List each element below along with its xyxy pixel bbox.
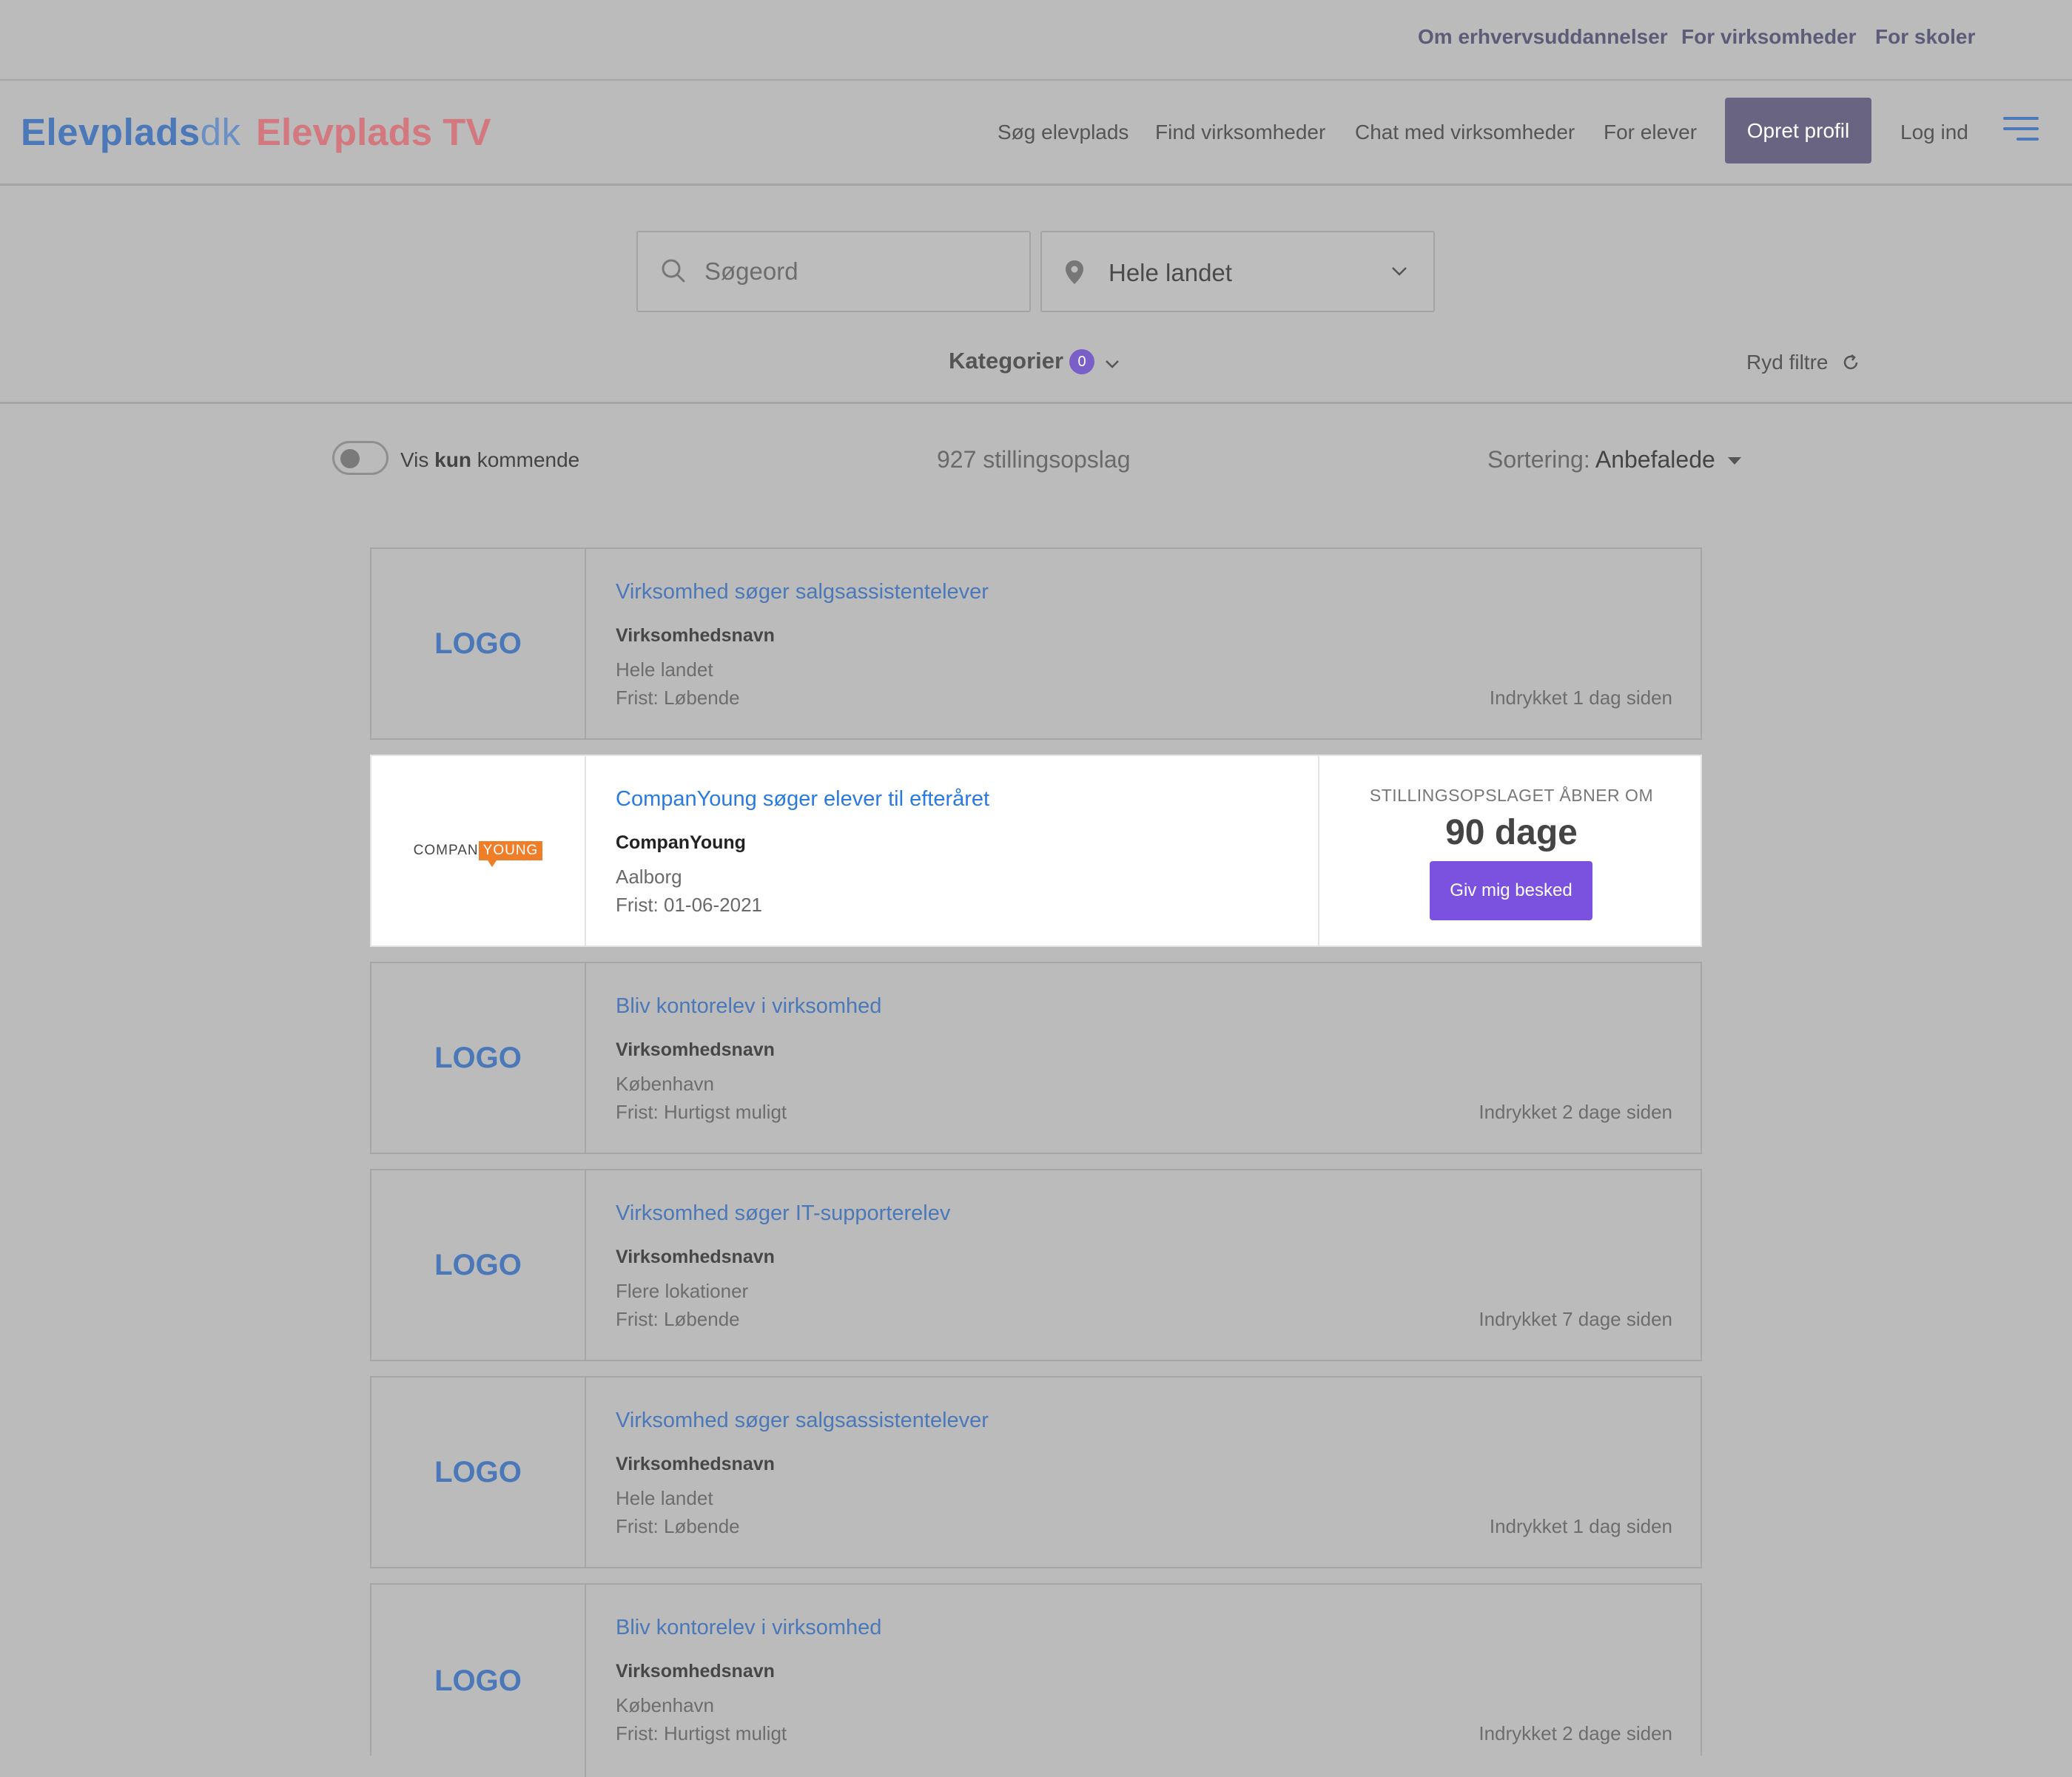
job-deadline: Frist: Løbende	[616, 1515, 740, 1537]
sort-label: Sortering:	[1487, 446, 1590, 473]
company-logo: LOGO	[371, 1378, 586, 1567]
company-name: Virksomhedsnavn	[616, 1661, 775, 1682]
ryd-filtre-label: Ryd filtre	[1746, 351, 1829, 374]
job-location: København	[616, 1073, 714, 1095]
job-deadline: Frist: Hurtigst muligt	[616, 1722, 787, 1744]
days-until-open: 90 dage	[1445, 813, 1578, 852]
search-input[interactable]	[704, 253, 1015, 290]
refresh-icon	[1844, 354, 1858, 370]
company-name: CompanYoung	[616, 832, 746, 853]
nav-link-for-skoler[interactable]: For skoler	[1875, 25, 1975, 49]
kategorier-dropdown[interactable]: Kategorier	[949, 348, 1063, 374]
search-icon	[662, 259, 685, 283]
posted-date: Indrykket 7 dage siden	[1479, 1308, 1672, 1330]
job-deadline: Frist: Løbende	[616, 687, 740, 709]
job-card[interactable]: LOGO Virksomhed søger IT-supporterelev V…	[370, 1169, 1702, 1361]
job-deadline: Frist: Hurtigst muligt	[616, 1101, 787, 1123]
nav-link-for-virksomheder[interactable]: For virksomheder	[1681, 25, 1857, 49]
location-value: Hele landet	[1109, 259, 1232, 286]
company-name: Virksomhedsnavn	[616, 1039, 775, 1060]
opening-countdown-panel: STILLINGSOPSLAGET ÅBNER OM 90 dage Giv m…	[1318, 756, 1703, 945]
company-logo: LOGO	[371, 549, 586, 738]
job-title-link[interactable]: Bliv kontorelev i virksomhed	[616, 994, 881, 1019]
job-card[interactable]: LOGO Virksomhed søger salgsassistentelev…	[370, 1376, 1702, 1568]
posted-date: Indrykket 1 dag siden	[1489, 1515, 1672, 1537]
hamburger-menu-icon[interactable]	[2003, 117, 2039, 142]
job-card[interactable]: LOGO Bliv kontorelev i virksomhed Virkso…	[370, 1583, 1702, 1777]
logo-suffix-text: dk	[200, 111, 241, 153]
job-location: København	[616, 1694, 714, 1716]
job-title-link[interactable]: Bliv kontorelev i virksomhed	[616, 1616, 881, 1640]
company-name: Virksomhedsnavn	[616, 1454, 775, 1474]
job-deadline: Frist: 01-06-2021	[616, 894, 762, 916]
ryd-filtre-button[interactable]: Ryd filtre	[1746, 351, 1860, 374]
job-location: Aalborg	[616, 866, 682, 888]
nav-link-find-virksomheder[interactable]: Find virksomheder	[1155, 121, 1325, 144]
log-ind-link[interactable]: Log ind	[1900, 121, 1968, 144]
elevplads-logo[interactable]: Elevpladsdk	[21, 110, 241, 154]
opret-profil-button[interactable]: Opret profil	[1725, 98, 1871, 163]
companyoung-logo: COMPAN YOUNG	[371, 756, 586, 945]
nav-link-om-erhvervsuddannelser[interactable]: Om erhvervsuddannelser	[1418, 25, 1668, 49]
chevron-down-icon	[1392, 267, 1407, 276]
company-name: Virksomhedsnavn	[616, 625, 775, 646]
job-location: Flere lokationer	[616, 1280, 749, 1302]
job-deadline: Frist: Løbende	[616, 1308, 740, 1330]
job-title-link[interactable]: CompanYoung søger elever til efteråret	[616, 787, 989, 812]
job-title-link[interactable]: Virksomhed søger salgsassistentelever	[616, 580, 989, 604]
results-count: 927 stillingsopslag	[937, 446, 1131, 473]
search-field[interactable]	[636, 231, 1031, 312]
categories-count-badge: 0	[1069, 349, 1094, 374]
logo-main-text: Elevplads	[21, 111, 201, 153]
filter-divider	[0, 402, 2072, 404]
nav-link-for-elever[interactable]: For elever	[1604, 121, 1697, 144]
elevplads-tv-logo[interactable]: Elevplads TV	[256, 110, 491, 154]
sort-value: Anbefalede	[1595, 446, 1715, 473]
company-logo: LOGO	[371, 963, 586, 1153]
featured-job-card[interactable]: COMPAN YOUNG CompanYoung søger elever til…	[370, 755, 1702, 947]
nav-link-chat-med-virksomheder[interactable]: Chat med virksomheder	[1355, 121, 1575, 144]
utility-bar: Om erhvervsuddannelser For virksomheder …	[0, 0, 2072, 81]
location-select[interactable]: Hele landet	[1040, 231, 1435, 312]
company-logo: LOGO	[371, 1170, 586, 1360]
posted-date: Indrykket 2 dage siden	[1479, 1722, 1672, 1744]
company-logo: LOGO	[371, 1585, 586, 1777]
job-location: Hele landet	[616, 658, 713, 681]
main-header: Elevpladsdk Elevplads TV Søg elevplads F…	[0, 81, 2072, 186]
location-pin-icon	[1066, 260, 1083, 284]
caret-down-icon	[1727, 457, 1741, 465]
posted-date: Indrykket 1 dag siden	[1489, 687, 1672, 709]
vis-kun-kommende-toggle[interactable]	[332, 441, 388, 475]
posted-date: Indrykket 2 dage siden	[1479, 1101, 1672, 1123]
kategorier-chevron-icon[interactable]	[1105, 360, 1120, 369]
nav-link-sog-elevplads[interactable]: Søg elevplads	[998, 121, 1128, 144]
job-title-link[interactable]: Virksomhed søger salgsassistentelever	[616, 1409, 989, 1433]
opens-label: STILLINGSOPSLAGET ÅBNER OM	[1369, 786, 1654, 805]
job-card[interactable]: LOGO Bliv kontorelev i virksomhed Virkso…	[370, 962, 1702, 1154]
company-name: Virksomhedsnavn	[616, 1247, 775, 1267]
sort-dropdown[interactable]: Sortering: Anbefalede	[1487, 446, 1741, 473]
toggle-label: Vis kun kommende	[400, 448, 580, 471]
giv-mig-besked-button[interactable]: Giv mig besked	[1430, 861, 1592, 920]
job-location: Hele landet	[616, 1487, 713, 1509]
job-card[interactable]: LOGO Virksomhed søger salgsassistentelev…	[370, 547, 1702, 740]
job-title-link[interactable]: Virksomhed søger IT-supporterelev	[616, 1201, 950, 1226]
